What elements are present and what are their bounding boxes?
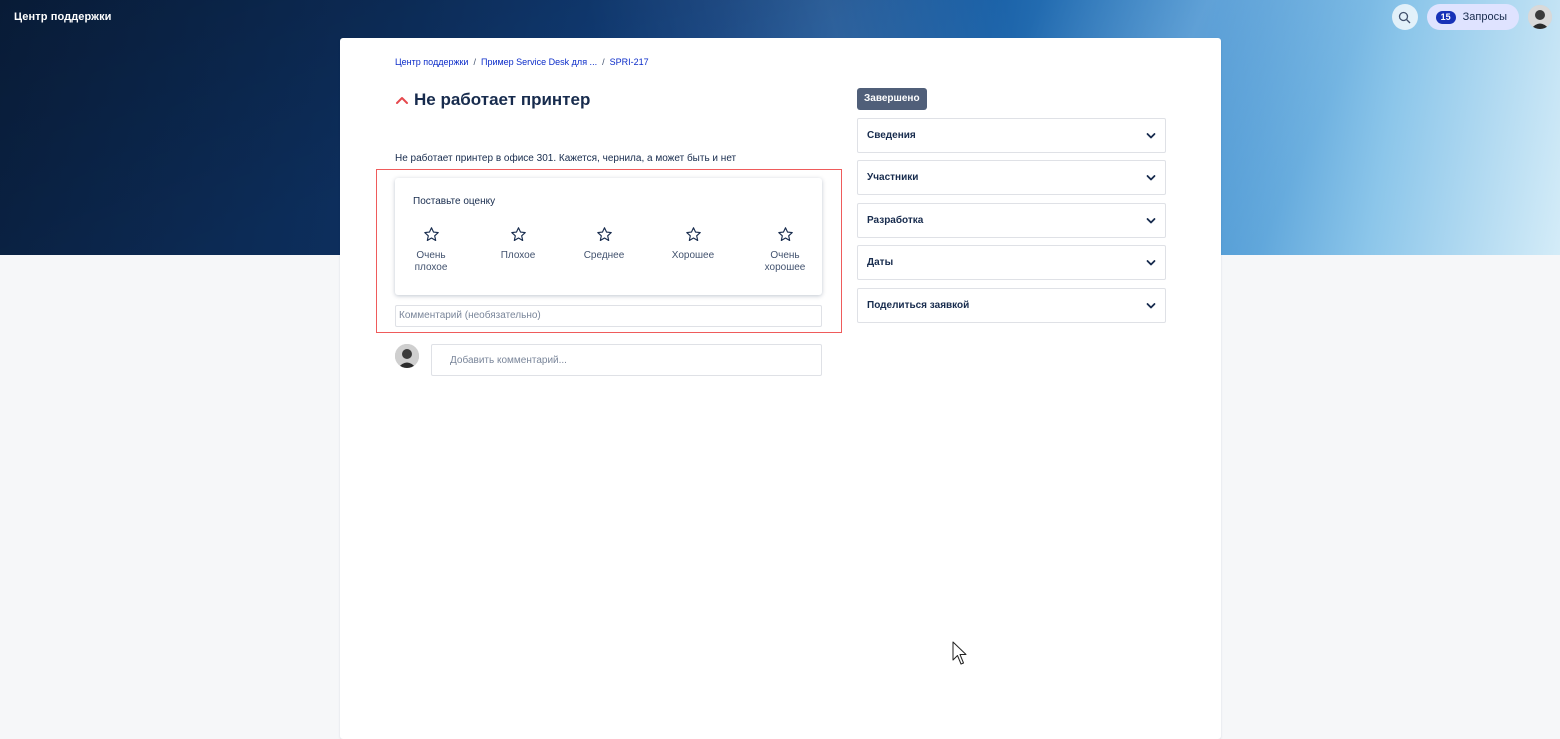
chevron-down-icon (1146, 132, 1156, 138)
requests-label: Запросы (1462, 11, 1507, 23)
panel-development[interactable]: Разработка (857, 203, 1166, 238)
requests-count-badge: 15 (1435, 10, 1456, 24)
avatar-photo (1528, 5, 1552, 29)
page-title: Не работает принтер (414, 90, 591, 109)
avatar-photo (395, 344, 419, 368)
rating-option-good[interactable]: Хорошее (653, 226, 733, 262)
rating-card: Поставьте оценку Очень плохое Плохое Сред… (395, 178, 822, 295)
request-card: Центр поддержки / Пример Service Desk дл… (340, 38, 1221, 739)
panel-label: Даты (867, 257, 894, 268)
rating-option-label: Очень (416, 250, 446, 261)
profile-avatar[interactable] (1528, 5, 1552, 29)
panel-label: Поделиться заявкой (867, 300, 970, 311)
title-row: Не работает принтер (395, 90, 590, 110)
rating-option-label: хорошее (764, 262, 806, 273)
user-avatar (395, 344, 419, 368)
rating-option-bad[interactable]: Плохое (478, 226, 558, 262)
rating-option-very-good[interactable]: Очень хорошее (745, 226, 825, 274)
search-button[interactable] (1391, 4, 1418, 30)
breadcrumb-separator: / (473, 57, 476, 67)
status-badge: Завершено (857, 88, 927, 110)
rating-option-label: Хорошее (671, 250, 715, 261)
star-outline-icon (423, 227, 439, 242)
panel-participants[interactable]: Участники (857, 160, 1166, 195)
star-outline-icon (777, 227, 793, 242)
star-outline-icon (510, 227, 526, 242)
rating-prompt: Поставьте оценку (413, 196, 496, 207)
add-comment-input[interactable]: Добавить комментарий... (431, 344, 822, 376)
panel-label: Участники (867, 172, 919, 183)
rating-option-very-bad[interactable]: Очень плохое (391, 226, 471, 274)
chevron-down-icon (1146, 217, 1156, 223)
rating-option-label: Среднее (583, 250, 625, 261)
star-outline-icon (685, 227, 701, 242)
breadcrumb-item-project[interactable]: Пример Service Desk для ... (481, 57, 597, 67)
breadcrumb: Центр поддержки / Пример Service Desk дл… (395, 57, 649, 67)
panel-share[interactable]: Поделиться заявкой (857, 288, 1166, 323)
star-outline-icon (596, 227, 612, 242)
panel-dates[interactable]: Даты (857, 245, 1166, 280)
header-actions: 15 Запросы (1391, 4, 1552, 30)
issue-description: Не работает принтер в офисе 301. Кажется… (395, 153, 737, 164)
panel-label: Сведения (867, 130, 916, 141)
rating-option-average[interactable]: Среднее (564, 226, 644, 262)
breadcrumb-item-issue[interactable]: SPRI-217 (610, 57, 649, 67)
chevron-down-icon (1146, 174, 1156, 180)
chevron-up-icon (396, 97, 408, 104)
requests-button[interactable]: 15 Запросы (1426, 4, 1519, 30)
chevron-down-icon (1146, 259, 1156, 265)
mouse-cursor-icon (952, 641, 967, 665)
chevron-down-icon (1146, 302, 1156, 308)
breadcrumb-separator: / (602, 57, 605, 67)
rating-option-label: Очень (770, 250, 800, 261)
breadcrumb-item-portal[interactable]: Центр поддержки (395, 57, 468, 67)
panel-details[interactable]: Сведения (857, 118, 1166, 153)
rating-comment-input[interactable]: Комментарий (необязательно) (395, 305, 822, 327)
panel-label: Разработка (867, 215, 924, 226)
search-icon (1398, 11, 1411, 23)
rating-option-label: Плохое (500, 250, 536, 261)
brand-link[interactable]: Центр поддержки (14, 11, 112, 23)
rating-option-label: плохое (414, 262, 448, 273)
